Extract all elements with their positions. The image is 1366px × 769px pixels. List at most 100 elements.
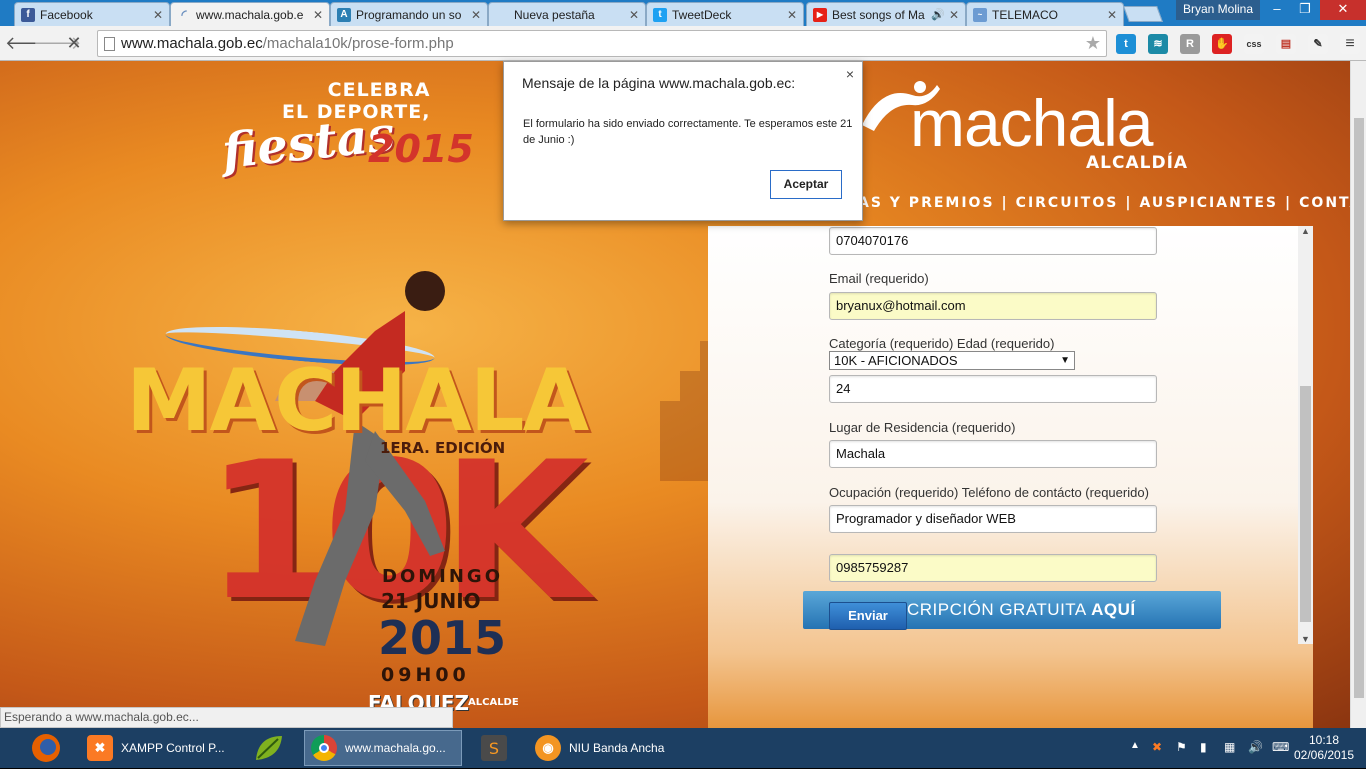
taskbar-filezilla[interactable] [246, 730, 290, 766]
show-hidden-icons[interactable]: ▲ [1130, 740, 1140, 751]
poster-day: DOMINGO [382, 566, 503, 587]
address-bar[interactable]: www.machala.gob.ec/machala10k/prose-form… [97, 30, 1107, 57]
poster-edition: 1ERA. EDICIÓN [380, 439, 506, 457]
new-tab-button[interactable] [1123, 6, 1163, 22]
restore-button[interactable]: ❐ [1291, 0, 1319, 20]
tab-label: Programando un so [356, 7, 462, 22]
nav-item-circuitos[interactable]: CIRCUITOS [1016, 195, 1119, 211]
dialog-title: Mensaje de la página www.machala.gob.ec: [522, 75, 796, 91]
css-extension-icon[interactable]: css [1244, 34, 1264, 54]
telemaco-icon: ~ [973, 7, 987, 22]
chrome-icon [311, 735, 337, 761]
firefox-icon [32, 734, 60, 762]
status-bubble: Esperando a www.machala.gob.ec... [0, 707, 453, 728]
nav-separator: | [1125, 195, 1133, 211]
page-scrollbar-thumb[interactable] [1354, 118, 1364, 698]
network-icon[interactable]: ▦ [1224, 740, 1235, 754]
windows-taskbar: ✖ XAMPP Control P... www.machala.go... S… [0, 728, 1366, 768]
close-icon[interactable]: ✕ [629, 8, 639, 22]
ocupacion-field[interactable]: Programador y diseñador WEB [829, 505, 1157, 533]
tab-youtube[interactable]: ▶ Best songs of Ma 🔊 ✕ [806, 2, 966, 26]
poster-alcalde-sub: ALCALDE [468, 697, 519, 708]
bookmark-star-icon[interactable]: ★ [1085, 33, 1101, 54]
close-icon[interactable]: ✕ [949, 8, 959, 22]
cedula-field[interactable]: 0704070176 [829, 227, 1157, 255]
close-icon[interactable]: ✕ [313, 8, 323, 22]
categoria-select[interactable]: 10K - AFICIONADOS ▼ [829, 351, 1075, 370]
close-icon[interactable]: ✕ [1107, 8, 1117, 22]
profile-button[interactable]: Bryan Molina [1176, 0, 1260, 20]
close-icon[interactable]: ✕ [787, 8, 797, 22]
tab-programando[interactable]: A Programando un so ✕ [330, 2, 488, 26]
sublime-text-icon: S [481, 735, 507, 761]
minimize-button[interactable]: – [1263, 0, 1291, 20]
nav-separator: | [1285, 195, 1293, 211]
enviar-button[interactable]: Enviar [829, 602, 907, 630]
browser-tab-strip: f Facebook ✕ ◜ www.machala.gob.e ✕ A Pro… [0, 0, 1366, 26]
nav-item-premios[interactable]: AS Y PREMIOS [858, 195, 995, 211]
taskbar-niu[interactable]: ◉ NIU Banda Ancha [528, 730, 686, 766]
nav-item-contactos[interactable]: CONTÁCTOS [1299, 195, 1350, 211]
tab-telemaco[interactable]: ~ TELEMACO ✕ [966, 2, 1124, 26]
ocupacion-telefono-label: Ocupación (requerido) Teléfono de contác… [829, 485, 1149, 500]
battery-icon[interactable]: ▮ [1200, 740, 1207, 754]
tab-label: www.machala.gob.e [196, 7, 304, 22]
tab-facebook[interactable]: f Facebook ✕ [14, 2, 170, 26]
taskbar-clock[interactable]: 10:18 02/06/2015 [1292, 733, 1356, 763]
poster-date: 21 JUNIO [381, 589, 481, 613]
page-scrollbar[interactable] [1350, 61, 1366, 728]
page-icon [104, 37, 115, 51]
scroll-down-icon[interactable]: ▼ [1301, 634, 1310, 644]
stop-button[interactable]: ✕ [62, 32, 86, 54]
scroll-up-icon[interactable]: ▲ [1301, 226, 1310, 236]
chrome-menu-icon[interactable]: ≡ [1340, 34, 1360, 54]
close-window-button[interactable]: ✕ [1320, 0, 1366, 20]
close-icon[interactable]: ✕ [471, 8, 481, 22]
notes-extension-icon[interactable]: ▤ [1276, 34, 1296, 54]
tab-label: TELEMACO [992, 7, 1059, 22]
adblock-icon[interactable]: ✋ [1212, 34, 1232, 54]
twitter-extension-icon[interactable]: t [1116, 34, 1136, 54]
telemaco-extension-icon[interactable]: ≋ [1148, 34, 1168, 54]
r-extension-icon[interactable]: R [1180, 34, 1200, 54]
eyedropper-extension-icon[interactable]: ✎ [1308, 34, 1328, 54]
site-nav: AS Y PREMIOS | CIRCUITOS | AUSPICIANTES | CONT… [858, 195, 1350, 211]
tab-tweetdeck[interactable]: t TweetDeck ✕ [646, 2, 804, 26]
categoria-selected: 10K - AFICIONADOS [834, 353, 958, 368]
aceptar-button[interactable]: Aceptar [770, 170, 842, 199]
keyboard-icon[interactable]: ⌨ [1272, 740, 1289, 754]
taskbar-xampp[interactable]: ✖ XAMPP Control P... [80, 730, 236, 766]
dialog-close-icon[interactable]: × [846, 66, 854, 82]
xampp-tray-icon[interactable]: ✖ [1152, 740, 1162, 754]
blank-icon [495, 8, 509, 22]
leaf-app-icon [256, 736, 282, 760]
nav-item-auspiciantes[interactable]: AUSPICIANTES [1139, 195, 1278, 211]
tab-nueva-pestana[interactable]: Nueva pestaña ✕ [488, 2, 646, 26]
url-path: /machala10k/prose-form.php [262, 35, 454, 52]
poster-machala-title: MACHALA [126, 351, 589, 451]
telefono-field[interactable]: 0985759287 [829, 554, 1157, 582]
back-button[interactable]: 🡐 [5, 32, 53, 54]
email-field[interactable]: bryanux@hotmail.com [829, 292, 1157, 320]
xampp-icon: ✖ [87, 735, 113, 761]
taskbar-chrome[interactable]: www.machala.go... [304, 730, 462, 766]
clock-time: 10:18 [1308, 733, 1340, 747]
clock-date: 02/06/2015 [1293, 748, 1355, 762]
edad-field[interactable]: 24 [829, 375, 1157, 403]
taskbar-firefox[interactable] [24, 730, 68, 766]
tab-machala[interactable]: ◜ www.machala.gob.e ✕ [170, 2, 330, 26]
form-scrollbar-thumb[interactable] [1300, 386, 1311, 622]
browser-toolbar: 🡐 🡒 ✕ www.machala.gob.ec/machala10k/pros… [0, 26, 1366, 61]
action-center-icon[interactable]: ⚑ [1176, 740, 1187, 754]
taskbar-sublime[interactable]: S [472, 730, 516, 766]
forward-button[interactable]: 🡒 [33, 32, 81, 54]
form-scrollbar[interactable]: ▲ ▼ [1298, 226, 1313, 644]
youtube-icon: ▶ [813, 7, 827, 22]
close-icon[interactable]: ✕ [153, 8, 163, 22]
taskbar-app-label: NIU Banda Ancha [569, 741, 665, 755]
site-logo[interactable]: machala [910, 85, 1153, 161]
poster-year: 2015 [378, 611, 507, 665]
volume-icon[interactable]: 🔊 [1248, 740, 1263, 754]
residencia-field[interactable]: Machala [829, 440, 1157, 468]
alert-dialog: Mensaje de la página www.machala.gob.ec:… [503, 61, 863, 221]
